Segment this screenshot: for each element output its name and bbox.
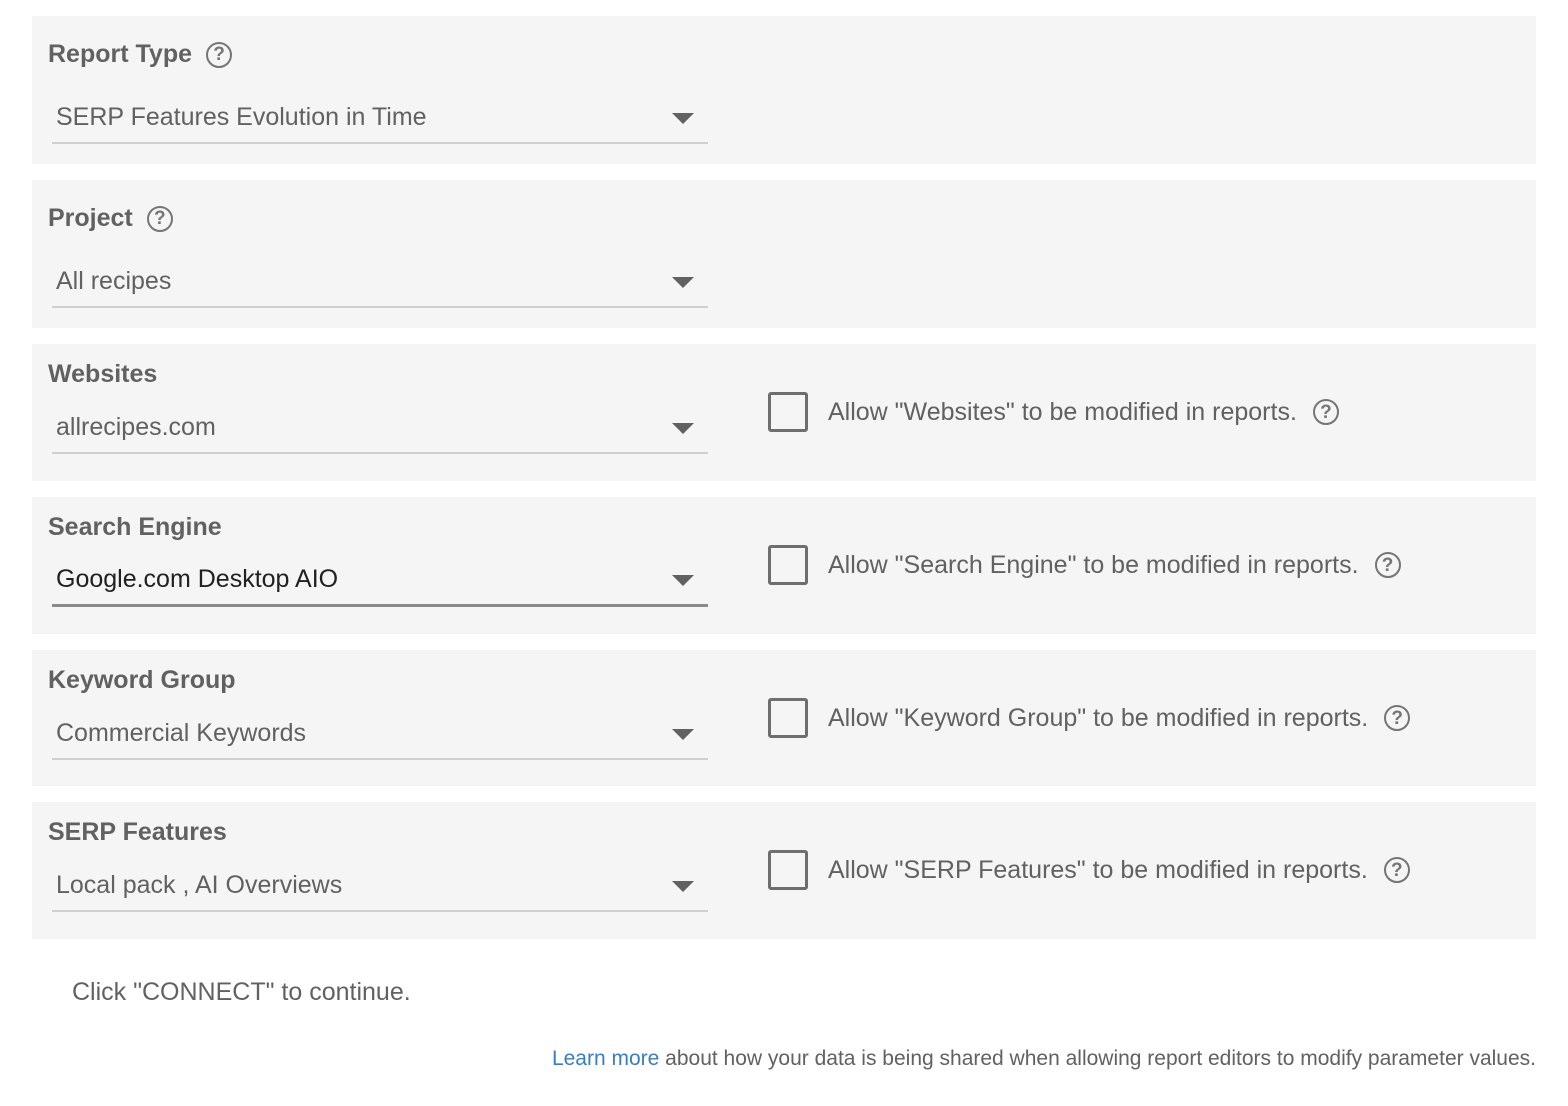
project-value: All recipes — [56, 267, 172, 295]
serp-features-select[interactable]: Local pack , AI Overviews — [52, 862, 708, 912]
search-engine-allow-checkbox[interactable] — [768, 545, 808, 585]
serp-features-allow-label: Allow "SERP Features" to be modified in … — [828, 855, 1368, 884]
search-engine-value: Google.com Desktop AIO — [56, 565, 339, 593]
websites-label: Websites — [48, 360, 158, 388]
help-icon[interactable]: ? — [146, 205, 173, 232]
help-icon[interactable]: ? — [206, 41, 232, 68]
websites-select[interactable]: allrecipes.com — [52, 404, 708, 454]
report-type-select[interactable]: SERP Features Evolution in Time — [52, 94, 708, 144]
keyword-group-value: Commercial Keywords — [56, 719, 307, 747]
report-type-label: Report Type — [48, 40, 192, 68]
connector-config-page: Report Type ? SERP Features Evolution in… — [0, 0, 1568, 1106]
keyword-group-allow-row: Allow "Keyword Group" to be modified in … — [768, 698, 1411, 738]
help-icon[interactable]: ? — [1374, 552, 1401, 578]
dropdown-caret-icon — [672, 113, 694, 124]
websites-allow-checkbox[interactable] — [768, 392, 808, 432]
connect-instruction: Click "CONNECT" to continue. — [72, 978, 411, 1006]
websites-label-row: Websites — [48, 360, 157, 389]
websites-panel: Websites allrecipes.com Allow "Websites"… — [32, 344, 1536, 481]
dropdown-caret-icon — [672, 575, 694, 586]
serp-features-panel: SERP Features Local pack , AI Overviews … — [32, 802, 1536, 939]
report-type-value: SERP Features Evolution in Time — [56, 103, 427, 131]
keyword-group-label: Keyword Group — [48, 666, 236, 694]
websites-value: allrecipes.com — [56, 413, 216, 441]
keyword-group-panel: Keyword Group Commercial Keywords Allow … — [32, 650, 1536, 786]
dropdown-caret-icon — [672, 423, 694, 434]
keyword-group-allow-label: Allow "Keyword Group" to be modified in … — [828, 703, 1369, 732]
project-label: Project — [48, 204, 133, 232]
websites-allow-row: Allow "Websites" to be modified in repor… — [768, 392, 1339, 432]
search-engine-panel: Search Engine Google.com Desktop AIO All… — [32, 497, 1536, 634]
search-engine-label: Search Engine — [48, 513, 222, 541]
learn-more-note: Learn more about how your data is being … — [552, 1047, 1536, 1071]
dropdown-caret-icon — [672, 277, 694, 288]
serp-features-value: Local pack , AI Overviews — [56, 871, 343, 899]
project-label-row: Project ? — [48, 204, 173, 233]
report-type-label-row: Report Type ? — [48, 40, 232, 69]
keyword-group-label-row: Keyword Group — [48, 666, 236, 695]
search-engine-label-row: Search Engine — [48, 513, 222, 542]
dropdown-caret-icon — [672, 881, 694, 892]
help-icon[interactable]: ? — [1384, 705, 1411, 731]
search-engine-select[interactable]: Google.com Desktop AIO — [52, 557, 708, 607]
help-icon[interactable]: ? — [1383, 857, 1410, 883]
dropdown-caret-icon — [672, 729, 694, 740]
websites-allow-label: Allow "Websites" to be modified in repor… — [828, 397, 1297, 426]
serp-features-allow-checkbox[interactable] — [768, 850, 808, 890]
learn-more-text: about how your data is being shared when… — [659, 1047, 1536, 1070]
project-panel: Project ? All recipes — [32, 180, 1536, 328]
project-select[interactable]: All recipes — [52, 258, 708, 308]
serp-features-label-row: SERP Features — [48, 818, 227, 847]
search-engine-allow-row: Allow "Search Engine" to be modified in … — [768, 545, 1401, 585]
report-type-panel: Report Type ? SERP Features Evolution in… — [32, 16, 1536, 164]
learn-more-link[interactable]: Learn more — [552, 1047, 659, 1070]
help-icon[interactable]: ? — [1312, 399, 1339, 425]
serp-features-label: SERP Features — [48, 818, 227, 846]
keyword-group-allow-checkbox[interactable] — [768, 698, 808, 738]
serp-features-allow-row: Allow "SERP Features" to be modified in … — [768, 850, 1410, 890]
keyword-group-select[interactable]: Commercial Keywords — [52, 710, 708, 760]
search-engine-allow-label: Allow "Search Engine" to be modified in … — [828, 550, 1359, 579]
